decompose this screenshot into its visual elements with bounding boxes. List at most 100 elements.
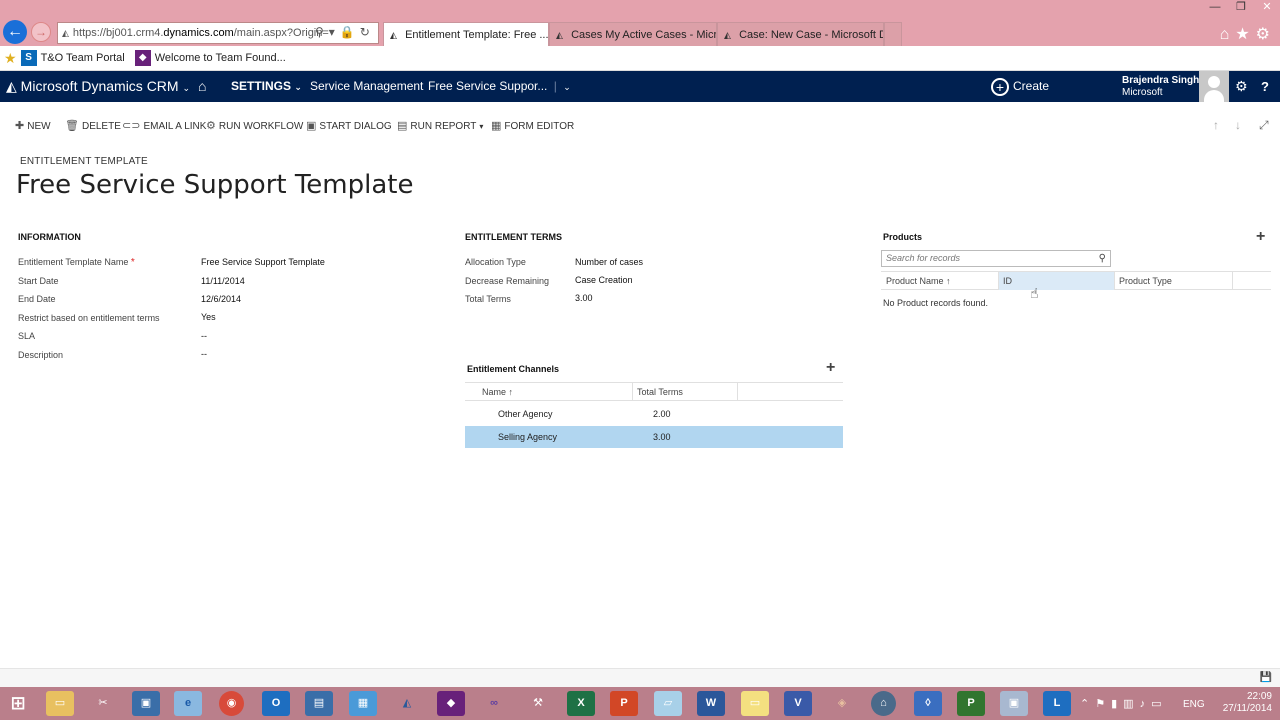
field-value-decrease-remaining[interactable]: Case Creation	[575, 275, 633, 285]
nav-breadcrumb-record[interactable]: Free Service Suppor... | ⌄	[428, 71, 571, 102]
new-tab-button[interactable]	[884, 22, 902, 46]
cell-name[interactable]: Other Agency	[498, 403, 553, 425]
favorite-link-team-portal[interactable]: S T&O Team Portal	[20, 50, 125, 66]
column-header-product-name[interactable]: Product Name ↑	[882, 272, 999, 290]
field-value-sla[interactable]: --	[201, 331, 207, 341]
field-value-allocation-type[interactable]: Number of cases	[575, 257, 643, 267]
sticky-notes-icon[interactable]: ▭	[741, 691, 769, 716]
field-value-start-date[interactable]: 11/11/2014	[201, 276, 245, 286]
delete-button[interactable]: 🗑 DELETE	[65, 119, 121, 132]
expand-icon[interactable]: ⤢	[1259, 118, 1269, 133]
home-icon[interactable]: ⌂	[1220, 26, 1236, 43]
search-icon[interactable]: ⚲	[1099, 251, 1106, 266]
field-value-end-date[interactable]: 12/6/2014	[201, 294, 241, 304]
gear-icon[interactable]: ⚙	[1235, 71, 1248, 102]
run-report-button[interactable]: ▤ RUN REPORT ▾	[397, 119, 483, 132]
email-link-button[interactable]: ⊂⊃ EMAIL A LINK	[122, 119, 206, 132]
save-app-icon[interactable]: ▣	[1000, 691, 1028, 716]
lock-icon[interactable]: 🔒	[340, 25, 360, 39]
start-dialog-button[interactable]: ▣ START DIALOG	[306, 119, 392, 132]
minimize-icon[interactable]: —	[1202, 0, 1228, 16]
lync-icon[interactable]: L	[1043, 691, 1071, 716]
dynamics-taskbar-icon[interactable]: ◭	[393, 691, 421, 716]
column-header-total-terms[interactable]: Total Terms	[633, 383, 738, 401]
outlook-icon[interactable]: O	[262, 691, 290, 716]
field-value-template-name[interactable]: Free Service Support Template	[201, 257, 325, 267]
home-icon[interactable]: ⌂	[198, 71, 206, 102]
field-value-restrict[interactable]: Yes	[201, 312, 216, 322]
notification-icon[interactable]: ▭	[1151, 698, 1167, 710]
shield-icon[interactable]: ◊	[914, 691, 942, 716]
project-icon[interactable]: P	[957, 691, 985, 716]
dropdown-icon[interactable]: ▾	[329, 25, 340, 39]
app-logo[interactable]: ◭ Microsoft Dynamics CRM ⌄	[6, 71, 190, 102]
maximize-icon[interactable]: ❐	[1228, 0, 1254, 16]
tools-icon[interactable]: ✂	[89, 691, 117, 716]
form-editor-button[interactable]: ▦ FORM EDITOR	[491, 119, 574, 132]
home-app-icon[interactable]: ⌂	[871, 691, 896, 716]
dynamics-logo-icon: ◭	[6, 78, 17, 94]
windows-start-icon[interactable]: ⊞	[4, 693, 32, 718]
table-row[interactable]: Selling Agency 3.00	[465, 426, 843, 448]
column-header-product-type[interactable]: Product Type	[1115, 272, 1233, 290]
new-button[interactable]: ✚ NEW	[15, 119, 51, 132]
close-icon[interactable]: ✕	[1254, 0, 1280, 16]
add-product-plus-icon[interactable]: +	[1256, 228, 1265, 246]
favorite-link-team-foundation[interactable]: ◆ Welcome to Team Found...	[134, 50, 286, 66]
network-tool-icon[interactable]: ⚒	[524, 691, 552, 716]
arrow-up-icon[interactable]: ↑	[1213, 118, 1219, 132]
visio-icon[interactable]: V	[784, 691, 812, 716]
internet-explorer-icon[interactable]: e	[174, 691, 202, 716]
nav-settings[interactable]: SETTINGS ⌄	[231, 71, 302, 102]
search-icon[interactable]: ⚲	[315, 25, 329, 39]
browser-tab-new-case[interactable]: ◭ Case: New Case - Microsoft Dy...	[717, 22, 884, 46]
refresh-icon[interactable]: ↻	[360, 25, 375, 39]
remote-desktop-icon[interactable]: ▣	[132, 691, 160, 716]
field-value-total-terms[interactable]: 3.00	[575, 293, 593, 303]
file-explorer-icon[interactable]: ▭	[46, 691, 74, 716]
settings-gear-icon[interactable]: ⚙	[1256, 26, 1276, 43]
help-icon[interactable]: ?	[1261, 71, 1269, 102]
field-value-description[interactable]: --	[201, 349, 207, 359]
nav-service-management[interactable]: Service Management	[310, 71, 423, 102]
favorites-star-icon[interactable]: ★	[1235, 26, 1255, 43]
gem-icon[interactable]: ◈	[828, 691, 856, 716]
flag-icon[interactable]: ⚑	[1095, 698, 1111, 710]
product-search-input[interactable]: Search for records ⚲	[881, 250, 1111, 267]
add-channel-plus-icon[interactable]: +	[826, 359, 835, 377]
avatar[interactable]	[1199, 71, 1229, 102]
powerpoint-icon[interactable]: P	[610, 691, 638, 716]
browser-tab-entitlement[interactable]: ◭ Entitlement Template: Free ... ×	[383, 22, 549, 46]
word-icon[interactable]: W	[697, 691, 725, 716]
app-tiles-icon[interactable]: ▦	[349, 691, 377, 716]
clock[interactable]: 22:09 27/11/2014	[1223, 691, 1272, 715]
favorites-star-icon[interactable]: ★	[4, 50, 17, 67]
excel-icon[interactable]: X	[567, 691, 595, 716]
user-info[interactable]: Brajendra Singh Microsoft	[1122, 75, 1199, 99]
chevron-up-icon[interactable]: ⌃	[1080, 698, 1095, 710]
run-workflow-button[interactable]: ⚙ RUN WORKFLOW	[206, 119, 303, 132]
table-row[interactable]: Other Agency 2.00	[465, 403, 843, 425]
network-icon[interactable]: ▤	[305, 691, 333, 716]
column-header-name[interactable]: Name ↑	[478, 383, 633, 401]
back-button[interactable]: ←	[3, 20, 27, 44]
form-footer: 💾	[0, 668, 1280, 687]
loop-icon[interactable]: ∞	[480, 691, 508, 716]
notes-icon[interactable]: ▱	[654, 691, 682, 716]
arrow-down-icon[interactable]: ↓	[1235, 118, 1241, 132]
save-icon[interactable]: 💾	[1260, 672, 1272, 683]
cell-name[interactable]: Selling Agency	[498, 426, 557, 448]
user-name: Brajendra Singh	[1122, 75, 1200, 86]
field-label-description: Description	[18, 350, 64, 360]
network-signal-icon[interactable]: ▥	[1123, 698, 1139, 710]
forward-button[interactable]: →	[31, 22, 51, 42]
chrome-icon[interactable]: ◉	[219, 691, 244, 716]
volume-icon[interactable]: ♪	[1140, 698, 1152, 710]
separator: |	[553, 79, 557, 93]
visual-studio-icon[interactable]: ◆	[437, 691, 465, 716]
create-button[interactable]: + Create	[991, 71, 1049, 102]
language-indicator[interactable]: ENG	[1183, 699, 1205, 710]
battery-icon[interactable]: ▮	[1111, 698, 1123, 710]
column-header-id[interactable]: ID	[999, 272, 1115, 290]
browser-tab-cases[interactable]: ◭ Cases My Active Cases - Micros...	[549, 22, 717, 46]
